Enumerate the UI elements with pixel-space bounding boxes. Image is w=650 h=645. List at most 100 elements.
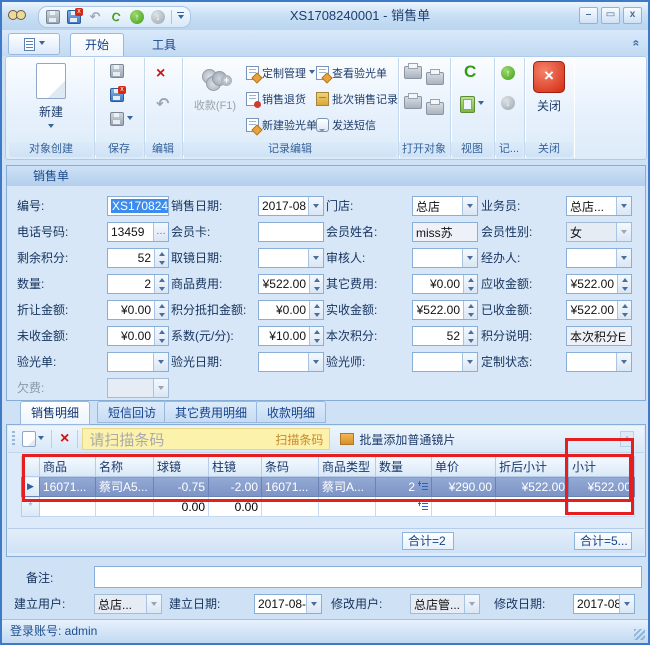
unpaid-field[interactable]: ¥0.00 [107, 326, 169, 346]
col-header-cylinder[interactable]: 柱镜 [209, 457, 262, 477]
dropdown-button[interactable] [619, 595, 634, 613]
col-header-discount-subtotal[interactable]: 折后小计 [496, 457, 569, 477]
close-form-button[interactable]: × 关闭 [528, 61, 570, 114]
dropdown-button[interactable] [462, 197, 477, 215]
discount-field[interactable]: ¥0.00 [107, 300, 169, 320]
dropdown-button[interactable] [308, 353, 323, 371]
dropdown-button[interactable] [306, 595, 321, 613]
app-menu-button[interactable] [8, 33, 60, 55]
save-button[interactable] [45, 9, 61, 25]
custom-manage-button[interactable]: 定制管理 [246, 62, 315, 84]
optometry-no-field[interactable] [107, 352, 169, 372]
delete-button[interactable]: × [156, 66, 165, 82]
tab-other-fee-detail[interactable]: 其它费用明细 [164, 401, 258, 423]
minimize-button[interactable]: – [579, 7, 598, 24]
col-header-type[interactable]: 商品类型 [319, 457, 376, 477]
cell-subtotal[interactable]: ¥522.00 [569, 477, 635, 497]
dropdown-button[interactable] [153, 353, 168, 371]
tab-tools[interactable]: 工具 [138, 35, 190, 56]
tab-sales-detail[interactable]: 销售明细 [20, 401, 90, 425]
spinner[interactable] [309, 327, 323, 345]
send-sms-button[interactable]: 发送短信 [316, 114, 376, 136]
spinner[interactable] [154, 275, 168, 293]
quantity-field[interactable]: 2 [107, 274, 169, 294]
new-line-button[interactable] [19, 431, 47, 447]
print-preview-button[interactable] [404, 66, 422, 79]
print-export-button[interactable] [426, 102, 444, 115]
coefficient-field[interactable]: ¥10.00 [258, 326, 324, 346]
auditor-field[interactable] [412, 248, 478, 268]
col-header-price[interactable]: 单价 [432, 457, 496, 477]
spinner[interactable] [617, 301, 631, 319]
print-design-button[interactable] [404, 96, 422, 109]
store-field[interactable]: 总店 [412, 196, 478, 216]
delete-line-button[interactable]: × [56, 431, 73, 447]
cell-sphere[interactable]: -0.75 [154, 477, 209, 497]
dropdown-button[interactable] [616, 249, 631, 267]
spinner[interactable] [463, 275, 477, 293]
optometrist-field[interactable] [412, 352, 478, 372]
cell-price[interactable]: ¥290.00 [432, 477, 496, 497]
spinner[interactable] [309, 275, 323, 293]
order-no-field[interactable]: XS170824 [107, 196, 169, 216]
col-header-qty[interactable]: 数量 [376, 457, 432, 477]
handler-field[interactable] [566, 248, 632, 268]
redo-button[interactable]: C [106, 7, 126, 27]
save-as-button[interactable] [110, 112, 133, 126]
sales-return-button[interactable]: 销售退货 [246, 88, 306, 110]
view-optometry-button[interactable]: 查看验光单 [316, 62, 387, 84]
remark-input[interactable] [94, 566, 642, 588]
dropdown-button[interactable] [616, 353, 631, 371]
scan-barcode-button[interactable]: 扫描条码 [275, 431, 323, 448]
move-up-button[interactable]: ↑ [129, 9, 145, 25]
save-close-button-ribbon[interactable]: x [110, 88, 124, 102]
maximize-button[interactable]: ▭ [601, 7, 620, 24]
tab-sms-callback[interactable]: 短信回访 [97, 401, 167, 423]
member-gender-field[interactable]: 女 [566, 222, 632, 242]
created-by-field[interactable]: 总店... [94, 594, 162, 614]
cell-cylinder[interactable]: 0.00 [209, 497, 262, 517]
dropdown-button[interactable] [146, 595, 161, 613]
cell-qty[interactable] [376, 497, 432, 517]
batch-add-lens-button[interactable]: 批量添加普通镜片 [340, 431, 455, 448]
arrears-field[interactable] [107, 378, 169, 398]
save-button-ribbon[interactable] [110, 64, 124, 78]
dropdown-button[interactable] [308, 249, 323, 267]
spinner[interactable] [463, 327, 477, 345]
other-fee-field[interactable]: ¥0.00 [412, 274, 478, 294]
collect-payment-button[interactable]: + 收款(F1) [186, 61, 244, 113]
custom-status-field[interactable] [566, 352, 632, 372]
dropdown-button[interactable] [616, 197, 631, 215]
col-header-barcode[interactable]: 条码 [262, 457, 319, 477]
created-date-field[interactable]: 2017-08- [254, 594, 322, 614]
collapse-ribbon-icon[interactable]: « [630, 40, 644, 47]
member-name-field[interactable]: miss苏 [412, 222, 478, 242]
cell-type[interactable]: 蔡司A... [319, 477, 376, 497]
cell-name[interactable]: 蔡司A5... [96, 477, 154, 497]
cell-type[interactable] [319, 497, 376, 517]
cell-product[interactable] [40, 497, 96, 517]
optometry-date-field[interactable] [258, 352, 324, 372]
next-record-button[interactable]: ↓ [501, 96, 515, 110]
cell-discount-subtotal[interactable]: ¥522.00 [496, 477, 569, 497]
spinner[interactable] [154, 301, 168, 319]
receivable-field[interactable]: ¥522.00 [566, 274, 632, 294]
save-close-button[interactable]: x [66, 9, 82, 25]
tab-start[interactable]: 开始 [70, 33, 124, 56]
cell-barcode[interactable]: 16071... [262, 477, 319, 497]
modified-by-field[interactable]: 总店管... [410, 594, 480, 614]
cell-subtotal[interactable] [569, 497, 635, 517]
spinner[interactable] [154, 249, 168, 267]
dropdown-button[interactable] [153, 379, 168, 397]
pickup-date-field[interactable] [258, 248, 324, 268]
tab-payment-detail[interactable]: 收款明细 [256, 401, 326, 423]
dropdown-button[interactable] [616, 223, 631, 241]
toolbar-grip[interactable] [12, 431, 15, 447]
goods-fee-field[interactable]: ¥522.00 [258, 274, 324, 294]
remaining-points-field[interactable]: 52 [107, 248, 169, 268]
spinner[interactable] [154, 327, 168, 345]
dropdown-button[interactable] [462, 249, 477, 267]
print-button[interactable] [426, 72, 444, 85]
ellipsis-button[interactable]: … [153, 223, 168, 241]
undo-button-ribbon[interactable]: ↶ [156, 94, 169, 114]
